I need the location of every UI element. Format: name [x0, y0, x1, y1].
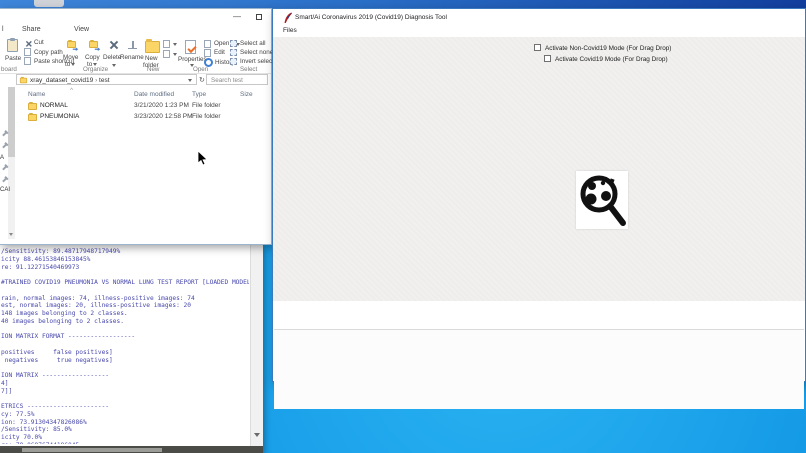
new-item-icon	[163, 40, 170, 48]
group-clipboard-label: board	[1, 66, 17, 73]
column-name[interactable]: Name	[28, 91, 45, 98]
diagnosis-menubar: Files	[273, 26, 805, 37]
nav-item-fragment[interactable]: CAI	[0, 187, 10, 193]
dropdown-caret-icon	[173, 43, 177, 46]
tab-view[interactable]: View	[74, 26, 89, 33]
new-folder-icon	[145, 41, 160, 53]
ribbon-tabs: l Share View	[0, 25, 271, 37]
desktop-top-strip	[0, 0, 806, 8]
copy-path-icon	[24, 48, 31, 56]
refresh-icon[interactable]: ↻	[199, 76, 205, 84]
scrollbar-thumb[interactable]	[22, 448, 162, 452]
easy-access-icon	[163, 50, 170, 58]
select-none-icon	[230, 49, 237, 56]
breadcrumb-segment[interactable]: test	[99, 77, 109, 84]
dropdown-caret-icon	[173, 53, 177, 56]
address-bar-row: xray_dataset_covid19 › test ↻ Search tes…	[0, 74, 271, 86]
checkbox-row-noncovid[interactable]: Activate Non-Covid19 Mode (For Drag Drop…	[534, 44, 671, 53]
virus-magnifier-image	[576, 171, 628, 229]
paste-icon	[7, 39, 18, 52]
group-open-label: Open	[193, 66, 208, 73]
maximize-icon	[256, 14, 262, 20]
checkbox-noncovid-mode[interactable]	[534, 44, 541, 51]
pin-icon	[2, 165, 7, 170]
column-type[interactable]: Type	[192, 91, 206, 98]
rename-icon	[128, 41, 137, 49]
navigation-pane-scrollbar[interactable]	[8, 87, 15, 239]
breadcrumb-segment[interactable]: xray_dataset_covid19	[30, 77, 93, 84]
pin-icon	[2, 177, 7, 182]
ribbon-group-labels: board Organize New Open Select	[0, 66, 271, 74]
tk-feather-icon	[283, 12, 293, 24]
address-folder-icon	[20, 78, 27, 84]
column-date-modified[interactable]: Date modified	[134, 91, 174, 98]
invert-selection-icon	[230, 58, 237, 65]
column-size[interactable]: Size	[240, 91, 253, 98]
checkbox-row-covid[interactable]: Activate Covid19 Mode (For Drag Drop)	[544, 55, 668, 64]
search-input[interactable]: Search test	[206, 74, 268, 85]
drop-zone-panel[interactable]	[274, 329, 804, 409]
virus-search-icon	[576, 171, 628, 229]
minimize-button[interactable]: —	[228, 11, 246, 23]
tab-share[interactable]: Share	[22, 26, 41, 33]
checkbox-covid-mode[interactable]	[544, 55, 551, 62]
pin-icon	[2, 131, 7, 136]
file-list-header: Name ^ Date modified Type Size	[0, 89, 271, 99]
console-output: /Sensitivity: 89.48717948717949% icity 8…	[1, 248, 249, 444]
tab-clipped-fragment[interactable]: l	[2, 26, 4, 33]
pin-icon	[2, 143, 7, 148]
address-dropdown-icon[interactable]	[188, 79, 192, 82]
edit-icon	[204, 49, 211, 57]
file-row-pneumonia[interactable]: PNEUMONIA 3/23/2020 12:58 PM File folder	[0, 112, 271, 123]
copy-arrow-icon	[95, 47, 100, 52]
scroll-down-icon[interactable]	[254, 433, 260, 437]
delete-icon	[109, 40, 118, 49]
group-new-label: New	[147, 66, 159, 73]
folder-icon	[28, 114, 37, 121]
window-title: Smart/Ai Coronavirus 2019 (Covid19) Diag…	[295, 14, 447, 21]
breadcrumb[interactable]: xray_dataset_covid19 › test	[30, 77, 110, 84]
diagnosis-tool-window[interactable]: Smart/Ai Coronavirus 2019 (Covid19) Diag…	[272, 8, 806, 382]
cut-icon	[25, 40, 31, 46]
explorer-titlebar[interactable]: —	[0, 9, 271, 25]
group-organize-label: Organize	[83, 66, 108, 73]
move-arrow-icon	[73, 47, 78, 52]
paste-shortcut-icon	[24, 57, 31, 65]
nav-item-fragment[interactable]: A	[0, 155, 4, 161]
python-console-window[interactable]: /Sensitivity: 89.48717948717949% icity 8…	[0, 245, 263, 453]
sort-ascending-icon: ^	[70, 87, 73, 94]
select-all-icon	[230, 40, 237, 47]
scrollbar-thumb[interactable]	[8, 87, 15, 157]
menu-files[interactable]: Files	[283, 27, 297, 34]
properties-icon	[185, 40, 196, 54]
console-horizontal-scrollbar[interactable]	[0, 446, 263, 453]
console-vertical-scrollbar[interactable]	[250, 245, 263, 446]
address-bar[interactable]: xray_dataset_covid19 › test	[16, 74, 197, 85]
scroll-down-icon[interactable]	[9, 233, 13, 236]
file-row-normal[interactable]: NORMAL 3/21/2020 1:23 PM File folder	[0, 101, 271, 112]
checkbox-label: Activate Non-Covid19 Mode (For Drag Drop…	[545, 45, 671, 52]
open-icon	[204, 40, 211, 48]
file-explorer-window[interactable]: — l Share View Paste Cut Copy path Paste…	[0, 8, 272, 245]
folder-icon	[28, 103, 37, 110]
diagnosis-titlebar[interactable]: Smart/Ai Coronavirus 2019 (Covid19) Diag…	[273, 9, 805, 26]
mouse-cursor	[197, 150, 208, 166]
checkbox-label: Activate Covid19 Mode (For Drag Drop)	[555, 56, 668, 63]
offscreen-window-edge	[34, 0, 64, 7]
diagnosis-content-area[interactable]: Activate Non-Covid19 Mode (For Drag Drop…	[273, 37, 805, 301]
group-select-label: Select	[240, 66, 257, 73]
breadcrumb-separator: ›	[95, 77, 97, 84]
maximize-button[interactable]	[250, 11, 268, 23]
